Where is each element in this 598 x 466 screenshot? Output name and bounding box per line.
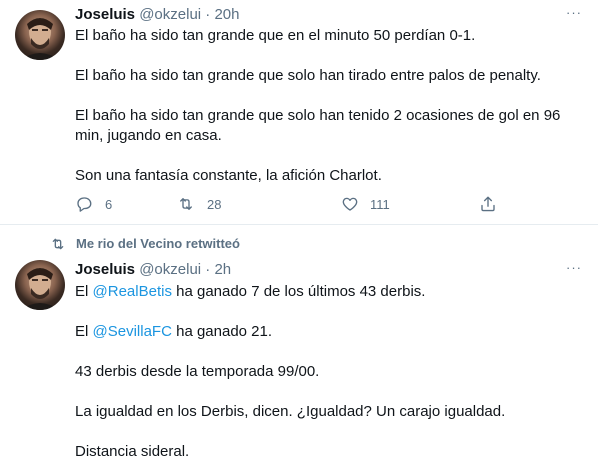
retweet-button[interactable]: 28	[177, 190, 221, 218]
avatar[interactable]	[15, 10, 65, 60]
tweet-paragraph: El @SevillaFC ha ganado 21.	[75, 322, 578, 342]
like-count: 111	[370, 196, 390, 212]
tweet-paragraph: Son una fantasía constante, la afición C…	[75, 167, 382, 184]
tweet-actions: 6 28 111	[75, 190, 515, 218]
share-icon	[481, 196, 495, 212]
tweet-header: Joseluis @okzelui · 2h	[75, 260, 231, 280]
avatar[interactable]	[15, 260, 65, 310]
retweet-icon	[52, 238, 64, 250]
tweet-paragraph: El baño ha sido tan grande que solo han …	[75, 67, 541, 84]
timestamp[interactable]: 20h	[214, 6, 239, 23]
tweet-text: El baño ha sido tan grande que en el min…	[75, 26, 578, 186]
reply-count: 6	[105, 196, 113, 212]
username[interactable]: @okzelui	[139, 6, 201, 23]
text-span: ha ganado 7 de los últimos 43 derbis.	[171, 283, 426, 300]
mention-link[interactable]: @SevillaFC	[93, 323, 172, 340]
separator: ·	[205, 6, 211, 23]
tweet[interactable]: Me rio del Vecino retwitteó Joseluis @ok…	[0, 225, 598, 466]
text-span: El	[75, 283, 93, 300]
display-name[interactable]: Joseluis	[75, 6, 135, 23]
timestamp[interactable]: 2h	[214, 261, 231, 278]
text-span: ha ganado 21.	[171, 323, 273, 340]
share-button[interactable]	[479, 190, 497, 218]
like-button[interactable]: 111	[341, 190, 390, 218]
tweet[interactable]: Joseluis @okzelui · 20h ··· El baño ha s…	[0, 0, 598, 225]
username[interactable]: @okzelui	[139, 261, 201, 278]
heart-icon	[342, 197, 358, 211]
retweet-icon	[180, 198, 192, 210]
tweet-paragraph: El @RealBetis ha ganado 7 de los últimos…	[75, 282, 578, 302]
reply-icon	[77, 197, 92, 212]
tweet-header: Joseluis @okzelui · 20h	[75, 5, 240, 25]
tweet-paragraph: El baño ha sido tan grande que solo han …	[75, 107, 561, 144]
display-name[interactable]: Joseluis	[75, 261, 135, 278]
tweet-paragraph: El baño ha sido tan grande que en el min…	[75, 27, 476, 44]
more-options-icon[interactable]: ···	[564, 6, 584, 26]
retweet-context[interactable]: Me rio del Vecino retwitteó	[50, 235, 240, 253]
retweet-count: 28	[207, 196, 222, 212]
tweet-paragraph: La igualdad en los Derbis, dicen. ¿Igual…	[75, 403, 506, 420]
tweet-text: El @RealBetis ha ganado 7 de los últimos…	[75, 282, 578, 462]
separator: ·	[205, 261, 211, 278]
tweet-paragraph: 43 derbis desde la temporada 99/00.	[75, 363, 320, 380]
mention-link[interactable]: @RealBetis	[93, 283, 172, 300]
more-options-icon[interactable]: ···	[564, 261, 584, 281]
text-span: El	[75, 323, 93, 340]
tweet-paragraph: Distancia sideral.	[75, 443, 190, 460]
reply-button[interactable]: 6	[75, 190, 112, 218]
retweet-context-label: Me rio del Vecino retwitteó	[76, 236, 240, 251]
